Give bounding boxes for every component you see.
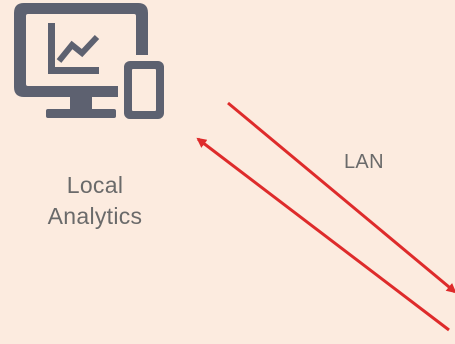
diagram-canvas: Local Analytics LAN bbox=[0, 0, 455, 344]
arrow-outgoing bbox=[227, 101, 455, 294]
connection-arrows bbox=[196, 101, 455, 332]
arrow-incoming bbox=[196, 137, 450, 332]
